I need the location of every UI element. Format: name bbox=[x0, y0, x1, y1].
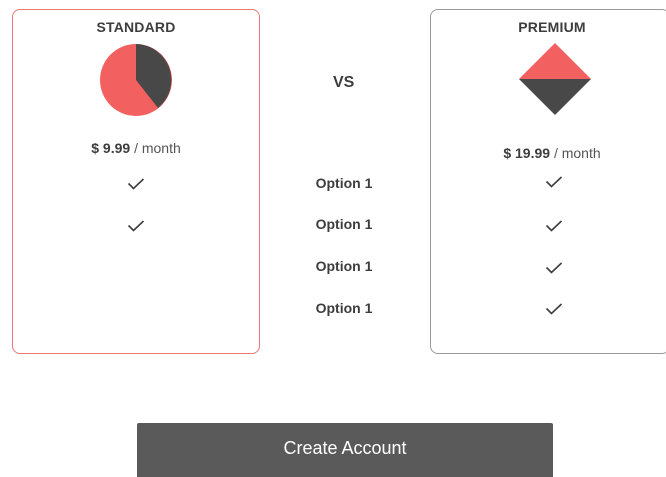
premium-price-period: / month bbox=[553, 145, 601, 161]
option-label: Option 1 bbox=[315, 175, 373, 191]
check-icon bbox=[545, 176, 563, 188]
standard-plan-title: STANDARD bbox=[96, 19, 176, 35]
standard-price-period: / month bbox=[134, 140, 181, 156]
pie-chart-icon bbox=[100, 44, 172, 116]
standard-price-amount: $ 9.99 bbox=[91, 140, 131, 156]
create-account-button[interactable]: Create Account bbox=[137, 423, 553, 477]
check-icon bbox=[545, 303, 563, 315]
check-icon bbox=[545, 262, 563, 274]
premium-price-amount: $ 19.99 bbox=[503, 145, 551, 161]
option-label: Option 1 bbox=[315, 300, 373, 316]
check-icon bbox=[545, 220, 563, 232]
standard-price: $ 9.99 / month bbox=[13, 140, 259, 156]
vs-label: VS bbox=[333, 74, 355, 91]
option-label: Option 1 bbox=[315, 258, 373, 274]
premium-plan-card[interactable]: PREMIUM $ 19.99 / month bbox=[430, 9, 666, 354]
diamond-icon bbox=[519, 43, 591, 115]
check-icon bbox=[127, 220, 145, 232]
standard-plan-card[interactable]: STANDARD $ 9.99 / month bbox=[12, 9, 260, 354]
premium-price: $ 19.99 / month bbox=[431, 145, 666, 161]
option-label: Option 1 bbox=[315, 216, 373, 232]
check-icon bbox=[127, 178, 145, 190]
pricing-comparison: STANDARD $ 9.99 / month VS Option 1 Opti… bbox=[0, 0, 666, 477]
premium-plan-title: PREMIUM bbox=[518, 19, 586, 35]
